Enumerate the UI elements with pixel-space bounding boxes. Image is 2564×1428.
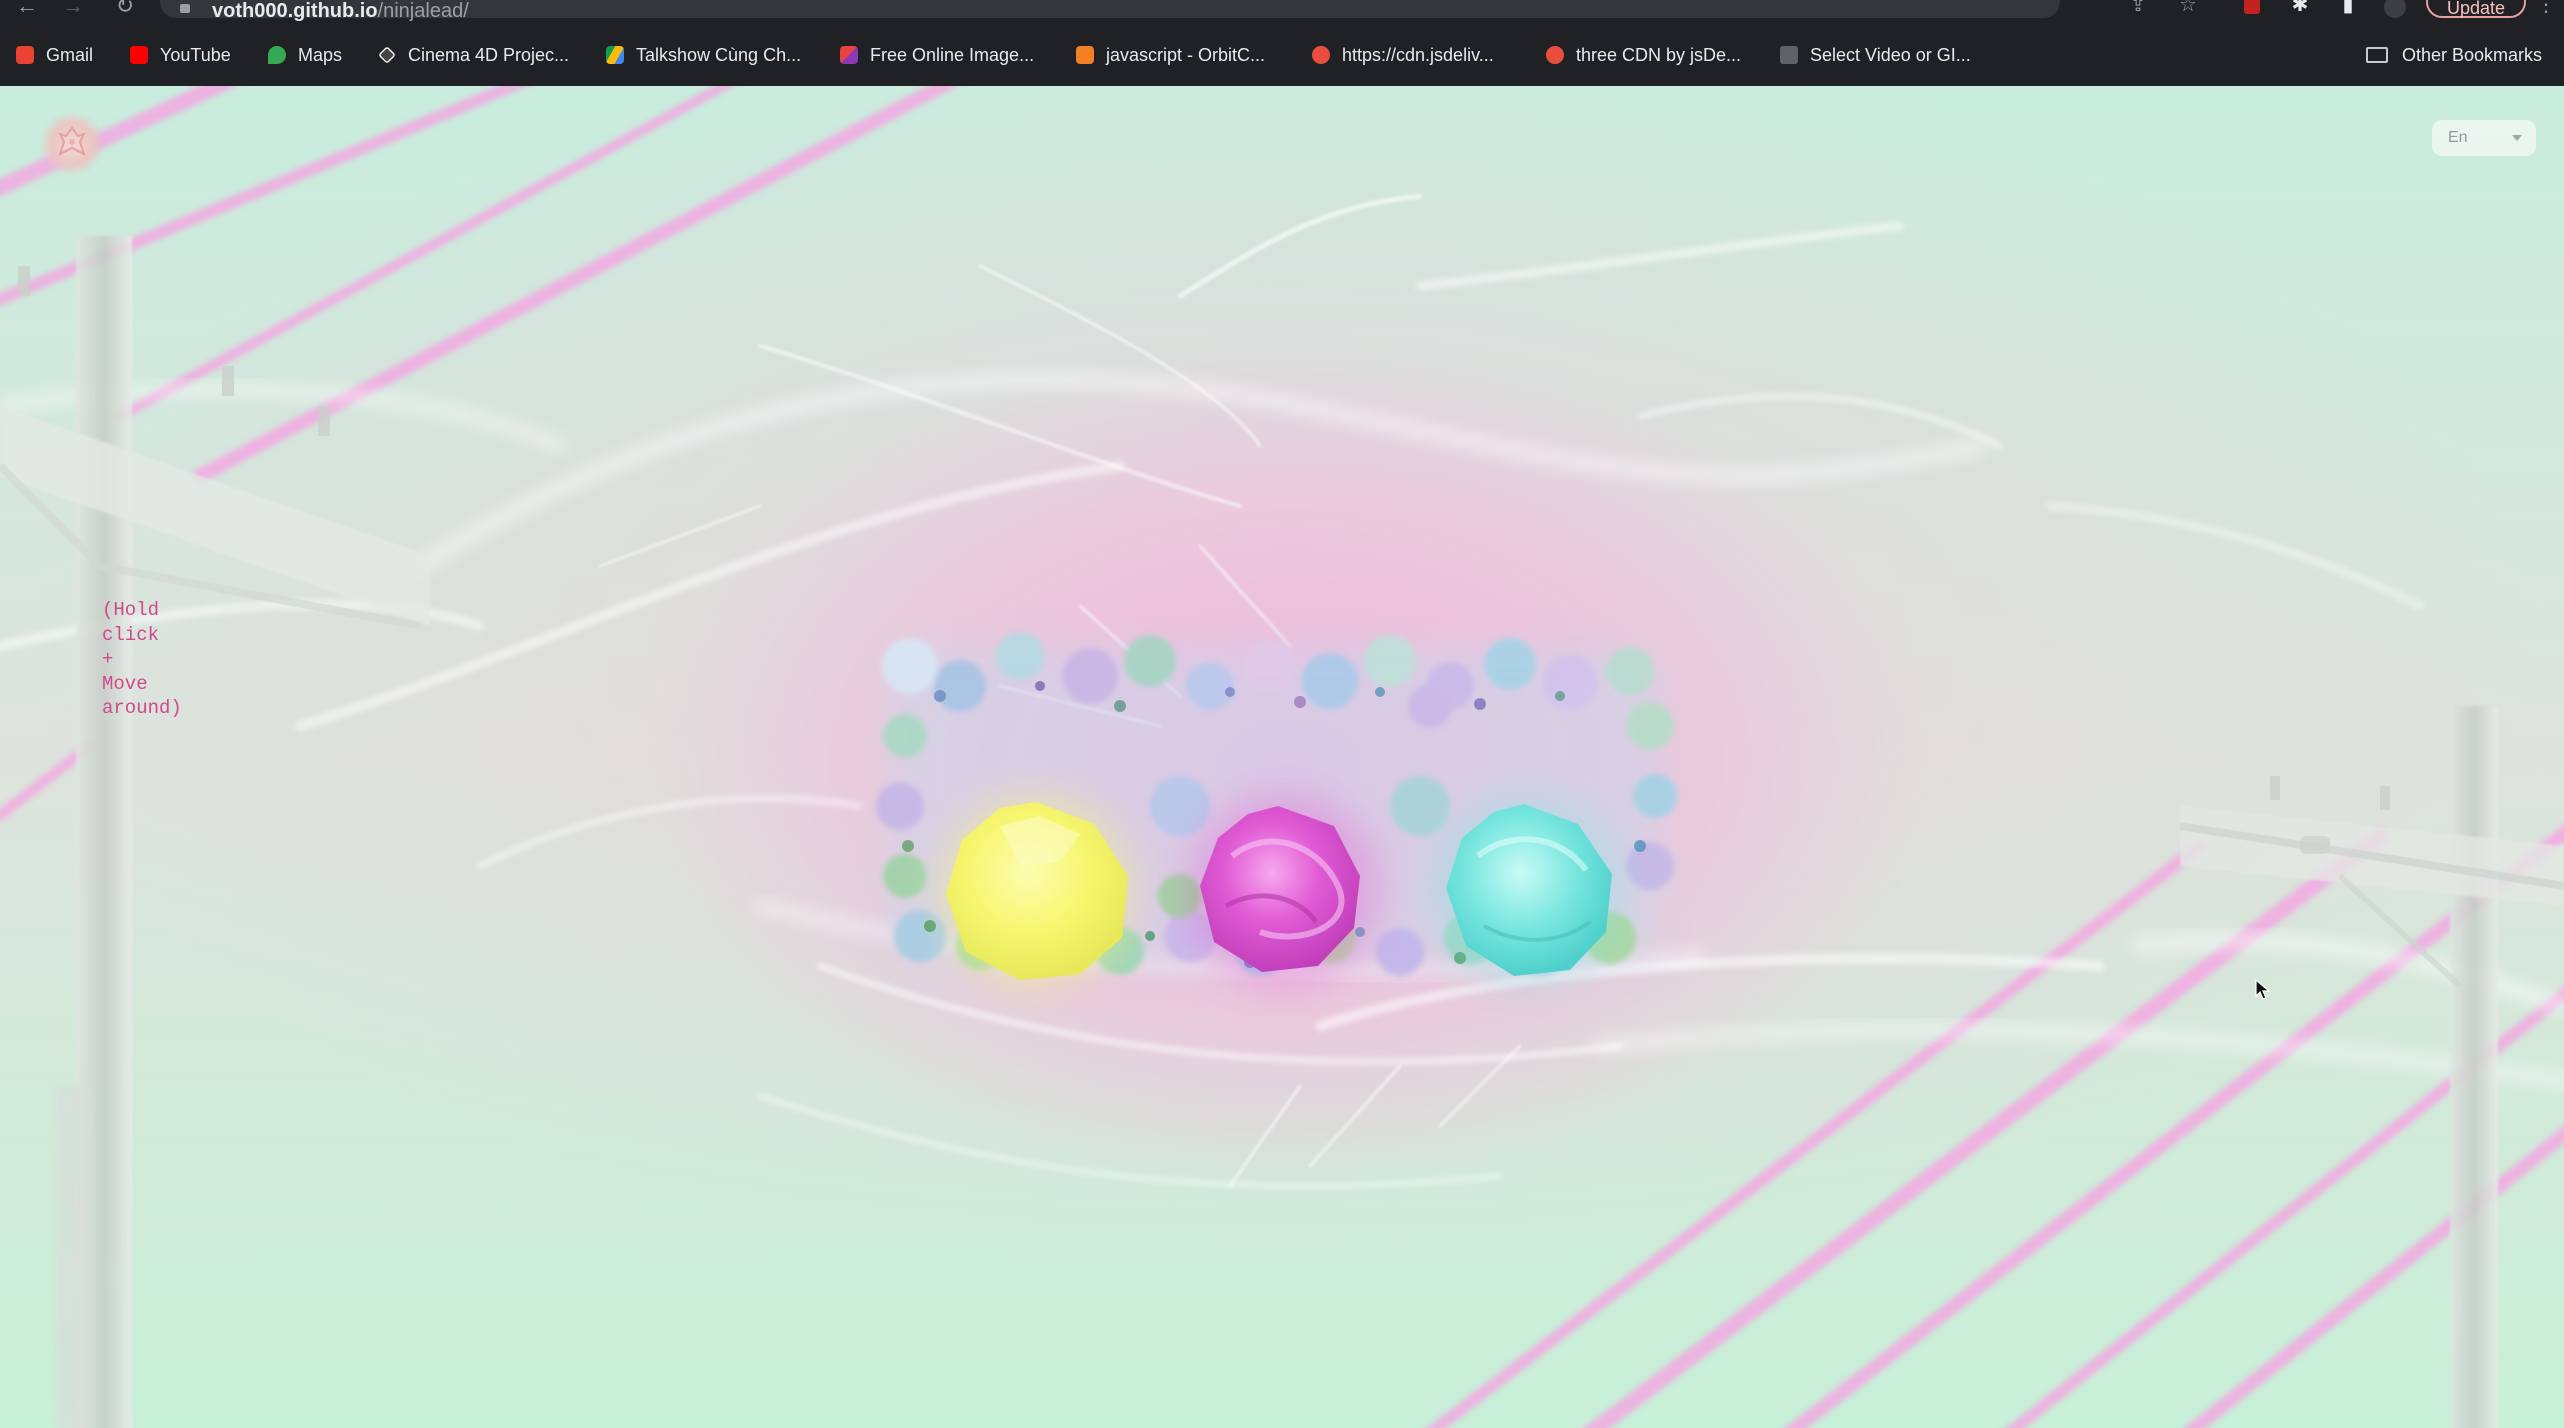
stackoverflow-icon [1076, 46, 1094, 64]
chevron-down-icon [2512, 135, 2522, 141]
bookmark-label: javascript - OrbitC... [1106, 44, 1266, 65]
url-host: voth000.github.io [212, 0, 378, 22]
bookmark-label: https://cdn.jsdeliv... [1342, 44, 1494, 65]
site-logo[interactable] [40, 112, 104, 176]
drive-icon [606, 46, 624, 64]
cinema4d-icon [378, 46, 396, 64]
bookmark-label: three CDN by jsDe... [1576, 44, 1742, 65]
interaction-hint: (Hold click + Move around) [102, 599, 182, 719]
bookmark-talkshow[interactable]: Talkshow Cùng Ch... [606, 40, 801, 70]
maps-icon [268, 46, 286, 64]
jsdelivr-icon [1546, 46, 1564, 64]
star-icon[interactable]: ☆ [2176, 0, 2200, 18]
url-text: voth000.github.io/ninjalead/ [212, 0, 469, 23]
folder-icon [2366, 47, 2388, 63]
left-utility-pole [0, 236, 430, 1428]
yellow-orb[interactable] [940, 794, 1132, 986]
extension-icon[interactable] [2244, 0, 2260, 14]
update-label: Update [2446, 0, 2506, 18]
bookmark-cinema4d[interactable]: Cinema 4D Projec... [378, 40, 569, 70]
bookmark-three-cdn[interactable]: three CDN by jsDe... [1546, 40, 1741, 70]
video-icon [1780, 46, 1798, 64]
bookmark-gmail[interactable]: Gmail [16, 40, 93, 70]
browser-toolbar: ← → ↻ voth000.github.io/ninjalead/ ⇪ ☆ ✱… [0, 0, 2564, 22]
youtube-icon [130, 46, 148, 64]
other-bookmarks-label: Other Bookmarks [2402, 44, 2543, 65]
mouse-cursor-icon [2255, 979, 2271, 1000]
bookmark-youtube[interactable]: YouTube [130, 40, 231, 70]
url-path: /ninjalead/ [377, 0, 469, 22]
jsdelivr-icon [1312, 46, 1330, 64]
bookmark-select-video[interactable]: Select Video or GI... [1780, 40, 1971, 70]
browser-chrome: ← → ↻ voth000.github.io/ninjalead/ ⇪ ☆ ✱… [0, 0, 2564, 86]
menu-icon[interactable]: ⋮ [2536, 0, 2556, 18]
gmail-icon [16, 46, 34, 64]
bookmark-label: Talkshow Cùng Ch... [636, 44, 802, 65]
other-bookmarks[interactable]: Other Bookmarks [2366, 40, 2542, 70]
webgl-viewport[interactable]: En (Hold click + Move around) [0, 86, 2564, 1428]
bookmarks-bar: Gmail YouTube Maps Cinema 4D Projec... T… [0, 40, 2564, 72]
bookmark-label: Gmail [46, 44, 94, 65]
image-tool-icon [840, 46, 858, 64]
address-bar[interactable]: voth000.github.io/ninjalead/ [160, 0, 2060, 22]
cyan-orb[interactable] [1430, 794, 1622, 986]
bookmark-label: Free Online Image... [870, 44, 1035, 65]
magenta-orb[interactable] [1188, 794, 1380, 986]
3d-scene[interactable] [0, 86, 2564, 1428]
bookmark-maps[interactable]: Maps [268, 40, 342, 70]
ninja-logo-icon [58, 126, 86, 156]
bookmark-label: Cinema 4D Projec... [408, 44, 570, 65]
bookmark-javascript-orbit[interactable]: javascript - OrbitC... [1076, 40, 1265, 70]
bookmark-label: YouTube [160, 44, 231, 65]
forward-icon[interactable]: → [60, 0, 86, 20]
bookmark-label: Select Video or GI... [1810, 44, 1971, 65]
bookmark-jsdelivr[interactable]: https://cdn.jsdeliv... [1312, 40, 1494, 70]
profile-avatar[interactable] [2384, 0, 2406, 18]
bookmark-label: Maps [298, 44, 343, 65]
share-icon[interactable]: ⇪ [2126, 0, 2150, 18]
reload-icon[interactable]: ↻ [112, 0, 138, 20]
sidebar-icon[interactable]: ▮ [2336, 0, 2360, 18]
puzzle-icon[interactable]: ✱ [2288, 0, 2312, 18]
back-icon[interactable]: ← [14, 0, 40, 20]
update-button[interactable]: Update [2426, 0, 2526, 18]
lock-icon [180, 4, 190, 13]
language-select[interactable]: En [2432, 120, 2536, 156]
bookmark-free-online-image[interactable]: Free Online Image... [840, 40, 1034, 70]
language-value: En [2448, 129, 2468, 146]
